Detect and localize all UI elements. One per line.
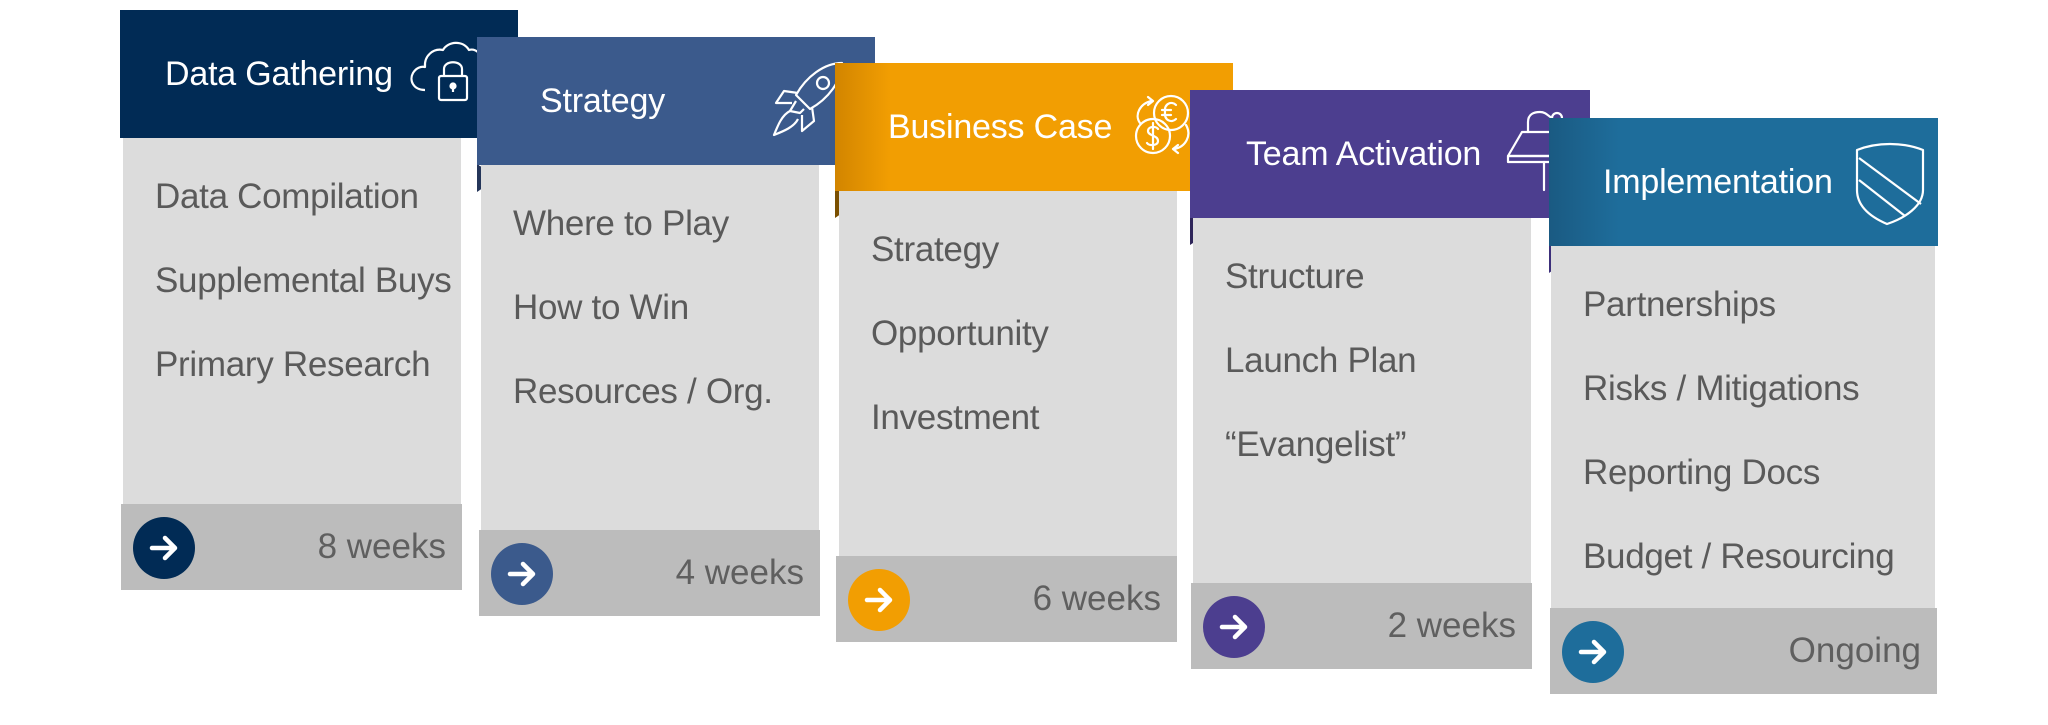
step-items: Structure Launch Plan “Evangelist” — [1225, 235, 1417, 487]
step-footer: 4 weeks — [479, 530, 820, 616]
next-arrow-button[interactable] — [491, 543, 553, 605]
step-body: Strategy Opportunity Investment — [839, 190, 1177, 556]
step-footer: 2 weeks — [1191, 583, 1532, 669]
arrow-right-icon — [864, 587, 893, 613]
step-items: Partnerships Risks / Mitigations Reporti… — [1583, 263, 1895, 599]
step-item: Launch Plan — [1225, 341, 1417, 380]
next-arrow-button[interactable] — [848, 569, 910, 631]
shield-icon — [1847, 138, 1937, 228]
step-item: How to Win — [513, 288, 689, 327]
next-arrow-button[interactable] — [1562, 621, 1624, 683]
step-item: Opportunity — [871, 314, 1049, 353]
step-footer: Ongoing — [1550, 608, 1937, 694]
step-title: Team Activation — [1246, 134, 1482, 173]
step-item: Strategy — [871, 230, 999, 269]
step-title: Strategy — [540, 81, 666, 120]
step-header: Data Gathering — [120, 10, 518, 138]
step-item: Reporting Docs — [1583, 453, 1821, 492]
step-duration: 4 weeks — [675, 553, 804, 592]
step-item: Supplemental Buys — [155, 261, 452, 300]
step-item: Structure — [1225, 257, 1365, 296]
step-item: Partnerships — [1583, 285, 1776, 324]
step-duration: 2 weeks — [1387, 606, 1516, 645]
step-header: Implementation — [1549, 118, 1938, 246]
next-arrow-button[interactable] — [1203, 596, 1265, 658]
arrow-right-icon — [1578, 639, 1607, 665]
step-duration: 6 weeks — [1032, 579, 1161, 618]
step-body: Where to Play How to Win Resources / Org… — [481, 164, 819, 530]
next-arrow-button[interactable] — [133, 517, 195, 579]
step-duration: 8 weeks — [317, 527, 446, 566]
step-item: Risks / Mitigations — [1583, 369, 1860, 408]
step-header: Strategy — [477, 37, 875, 165]
step-body: Structure Launch Plan “Evangelist” — [1193, 217, 1531, 583]
step-title: Business Case — [888, 107, 1113, 146]
step-title: Implementation — [1603, 162, 1833, 201]
step-item: “Evangelist” — [1225, 425, 1407, 464]
step-duration: Ongoing — [1788, 631, 1921, 670]
step-item: Where to Play — [513, 204, 729, 243]
step-header: Team Activation — [1190, 90, 1590, 218]
step-item: Budget / Resourcing — [1583, 537, 1895, 576]
step-item: Primary Research — [155, 345, 431, 384]
step-title: Data Gathering — [165, 54, 393, 93]
arrow-right-icon — [507, 561, 536, 587]
step-header: Business Case — [835, 63, 1233, 191]
process-diagram: Data Compilation Supplemental Buys Prima… — [0, 0, 2048, 725]
step-item: Investment — [871, 398, 1040, 437]
step-footer: 6 weeks — [836, 556, 1177, 642]
step-items: Strategy Opportunity Investment — [871, 208, 1049, 460]
arrow-right-icon — [149, 535, 178, 561]
step-item: Resources / Org. — [513, 372, 773, 411]
step-item: Data Compilation — [155, 177, 419, 216]
step-body: Partnerships Risks / Mitigations Reporti… — [1551, 245, 1935, 608]
arrow-right-icon — [1219, 614, 1248, 640]
step-footer: 8 weeks — [121, 504, 462, 590]
step-body: Data Compilation Supplemental Buys Prima… — [123, 137, 461, 504]
step-items: Data Compilation Supplemental Buys Prima… — [155, 155, 452, 407]
step-items: Where to Play How to Win Resources / Org… — [513, 182, 773, 434]
